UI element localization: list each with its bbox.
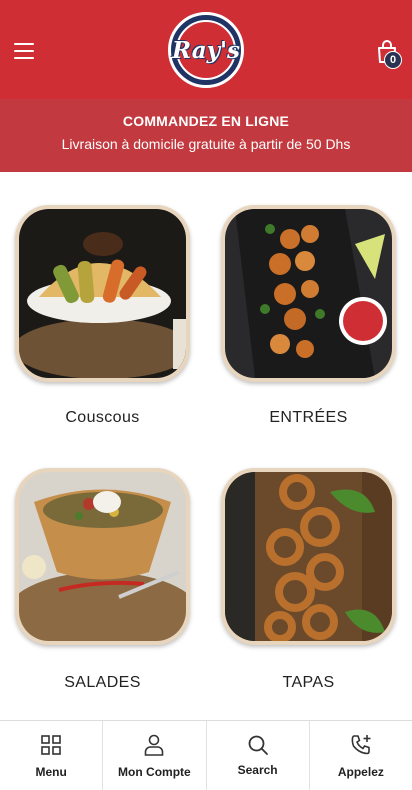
brand-logo[interactable]: Ray's xyxy=(168,12,244,88)
couscous-image xyxy=(19,209,186,378)
bottom-tab-bar: Menu Mon Compte Search Appelez xyxy=(0,720,412,790)
promo-banner: COMMANDEZ EN LIGNE Livraison à domicile … xyxy=(0,99,412,172)
phone-icon xyxy=(351,735,371,755)
cart-count-badge: 0 xyxy=(384,51,402,69)
category-card-tapas[interactable] xyxy=(221,468,396,645)
tab-appelez[interactable]: Appelez xyxy=(310,721,412,790)
user-icon xyxy=(145,734,164,756)
category-card-couscous[interactable] xyxy=(15,205,190,382)
hamburger-menu-icon[interactable] xyxy=(10,36,40,66)
banner-subtitle: Livraison à domicile gratuite à partir d… xyxy=(61,136,351,152)
logo-text: Ray's xyxy=(172,36,240,64)
entrees-image xyxy=(225,209,392,378)
tab-mon-compte[interactable]: Mon Compte xyxy=(103,721,207,790)
app-header: Ray's 0 xyxy=(0,0,412,99)
tab-search-label: Search xyxy=(237,763,278,777)
tab-menu-label: Menu xyxy=(35,765,67,779)
tab-appelez-label: Appelez xyxy=(337,765,384,779)
category-label-salades[interactable]: SALADES xyxy=(15,674,190,692)
tab-search[interactable]: Search xyxy=(207,721,310,790)
search-icon xyxy=(248,735,268,755)
category-card-salades[interactable] xyxy=(15,468,190,645)
tab-mon-compte-label: Mon Compte xyxy=(118,765,191,779)
salades-image xyxy=(19,472,186,641)
banner-title: COMMANDEZ EN LIGNE xyxy=(122,113,290,129)
grid-icon xyxy=(41,735,61,755)
tapas-image xyxy=(225,472,392,641)
tab-menu[interactable]: Menu xyxy=(0,721,104,790)
cart-button[interactable]: 0 xyxy=(370,36,404,70)
category-label-couscous[interactable]: Couscous xyxy=(15,409,190,427)
category-label-entrees[interactable]: ENTRÉES xyxy=(221,409,396,427)
category-label-tapas[interactable]: TAPAS xyxy=(221,674,396,692)
category-card-entrees[interactable] xyxy=(221,205,396,382)
